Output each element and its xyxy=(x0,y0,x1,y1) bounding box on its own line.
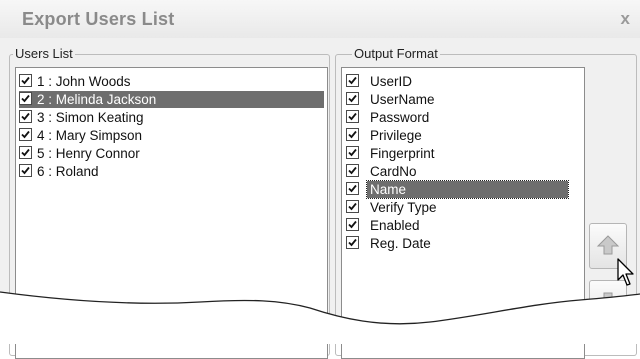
torn-edge xyxy=(0,291,640,344)
export-users-dialog: Export Users List x Users List 1 : John … xyxy=(0,0,640,359)
